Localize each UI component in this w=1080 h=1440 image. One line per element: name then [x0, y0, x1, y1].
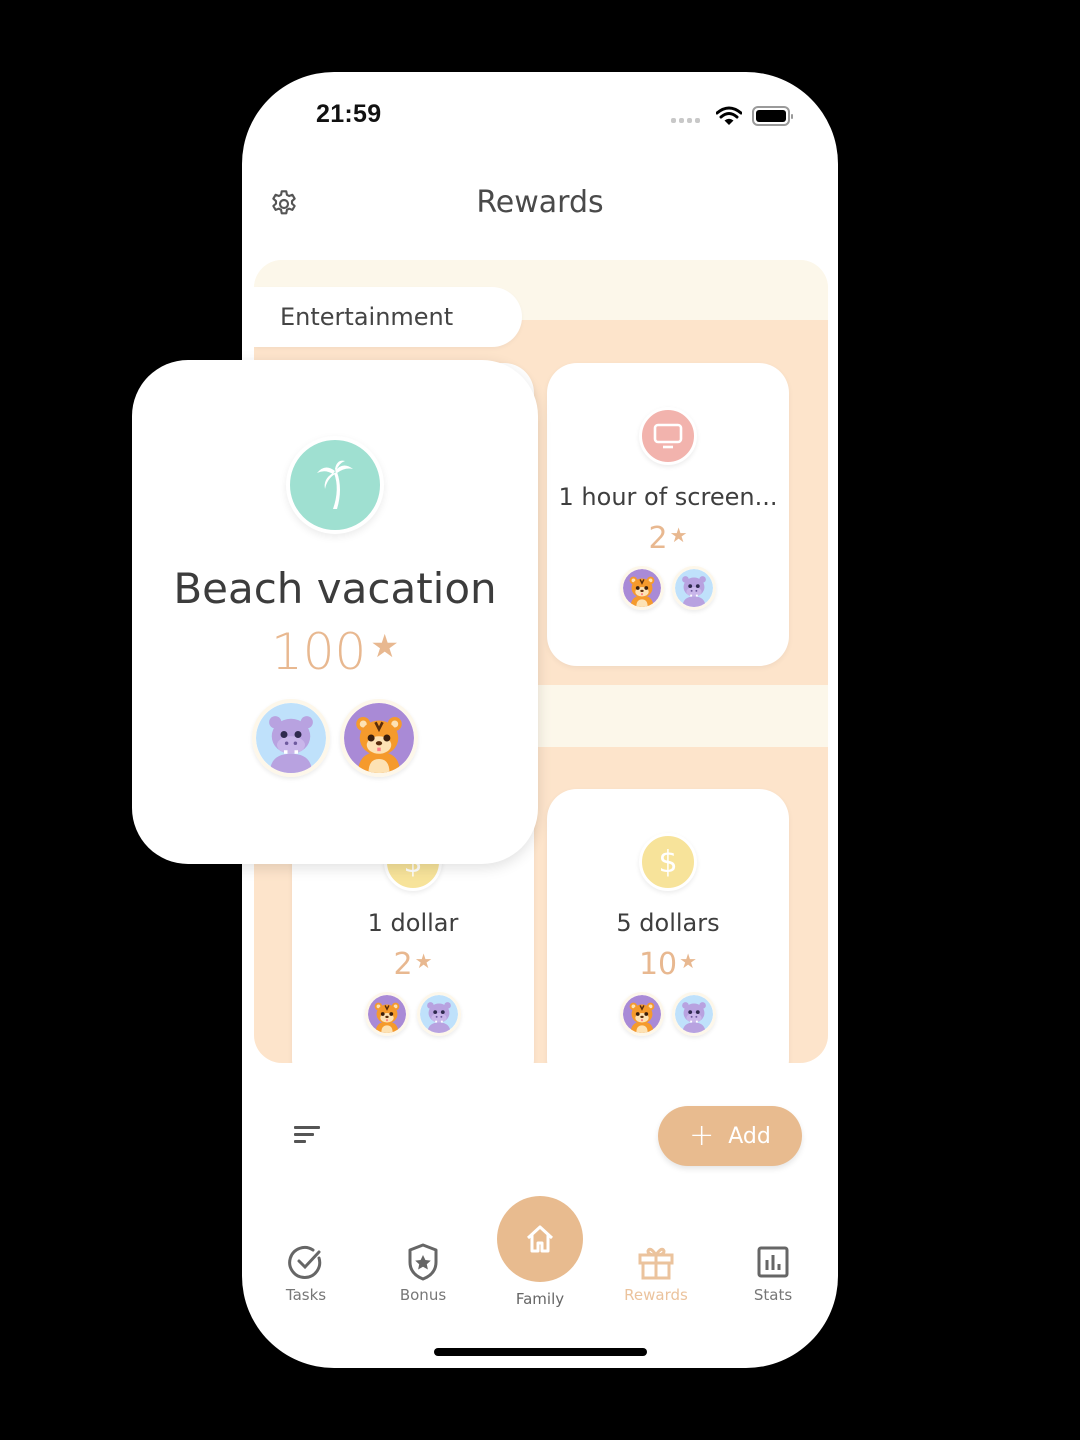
reward-cost: 2 ★	[648, 521, 688, 556]
avatar-tiger	[365, 992, 409, 1036]
bar-chart-icon	[757, 1246, 789, 1278]
category-tab-entertainment[interactable]: Entertainment	[254, 287, 522, 347]
avatar-hippo	[417, 992, 461, 1036]
plus-icon: +	[689, 1118, 715, 1153]
tab-tasks[interactable]: Tasks	[251, 1242, 361, 1304]
home-icon	[526, 1225, 554, 1253]
avatar-hippo	[672, 566, 716, 610]
star-icon: ★	[669, 523, 688, 547]
status-icons	[671, 106, 793, 126]
palm-tree-icon	[286, 436, 384, 534]
tab-family[interactable]: Family	[497, 1196, 583, 1308]
reward-card[interactable]: 1 hour of screen... 2 ★	[547, 363, 789, 666]
gift-icon	[638, 1247, 674, 1280]
add-reward-button[interactable]: + Add	[658, 1106, 802, 1166]
tab-bonus[interactable]: Bonus	[368, 1242, 478, 1304]
tab-stats[interactable]: Stats	[718, 1242, 828, 1304]
status-time: 21:59	[316, 100, 382, 128]
star-icon: ★	[679, 949, 698, 973]
sort-icon[interactable]	[294, 1126, 320, 1146]
tab-bar: Tasks Bonus Family Rewards Stats	[242, 1192, 838, 1322]
check-circle-icon	[288, 1245, 322, 1279]
battery-icon	[752, 106, 793, 126]
reward-title: Beach vacation	[173, 564, 497, 613]
reward-title: 5 dollars	[616, 909, 720, 937]
reward-card-highlighted[interactable]: Beach vacation 100 ★	[132, 360, 538, 864]
reward-cost: 100 ★	[270, 623, 400, 681]
avatar-tiger	[620, 992, 664, 1036]
tab-rewards[interactable]: Rewards	[601, 1242, 711, 1304]
wifi-icon	[716, 106, 742, 125]
avatar-hippo	[672, 992, 716, 1036]
reward-cost: 10 ★	[638, 947, 698, 982]
avatar-tiger	[340, 699, 418, 777]
avatar-hippo	[252, 699, 330, 777]
avatar-tiger	[620, 566, 664, 610]
shield-star-icon	[408, 1243, 438, 1281]
reward-card[interactable]: $ 5 dollars 10 ★	[547, 789, 789, 1063]
page-title: Rewards	[476, 185, 604, 220]
list-toolbar: + Add	[242, 1104, 838, 1168]
reward-title: 1 hour of screen...	[558, 483, 778, 511]
signal-dots-icon	[671, 117, 700, 123]
star-icon: ★	[370, 627, 400, 665]
reward-title: 1 dollar	[367, 909, 459, 937]
reward-cost: 2 ★	[393, 947, 433, 982]
home-indicator	[434, 1348, 647, 1356]
monitor-icon	[639, 407, 697, 465]
dollar-icon: $	[639, 833, 697, 891]
star-icon: ★	[414, 949, 433, 973]
